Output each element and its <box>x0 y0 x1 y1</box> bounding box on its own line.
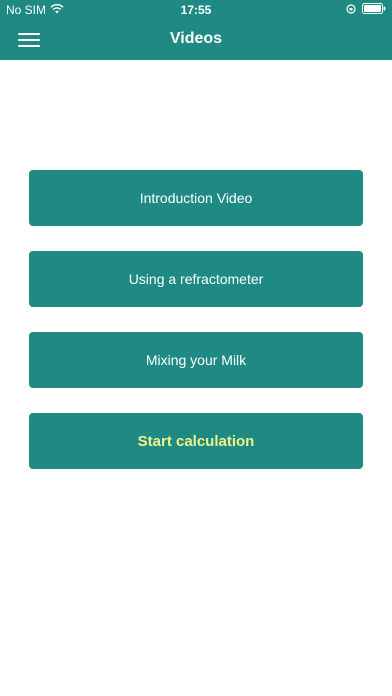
nav-bar: Videos <box>0 20 392 60</box>
status-bar: No SIM 17:55 <box>0 0 392 20</box>
status-right <box>346 3 386 17</box>
orientation-lock-icon <box>346 3 356 17</box>
mixing-milk-button[interactable]: Mixing your Milk <box>29 332 363 388</box>
status-time: 17:55 <box>180 3 212 17</box>
video-menu: Introduction Video Using a refractometer… <box>29 170 363 494</box>
app-header: No SIM 17:55 Videos <box>0 0 392 60</box>
battery-icon <box>362 3 386 17</box>
using-refractometer-button[interactable]: Using a refractometer <box>29 251 363 307</box>
page-title: Videos <box>169 30 223 47</box>
start-calculation-button[interactable]: Start calculation <box>29 413 363 469</box>
introduction-video-button[interactable]: Introduction Video <box>29 170 363 226</box>
